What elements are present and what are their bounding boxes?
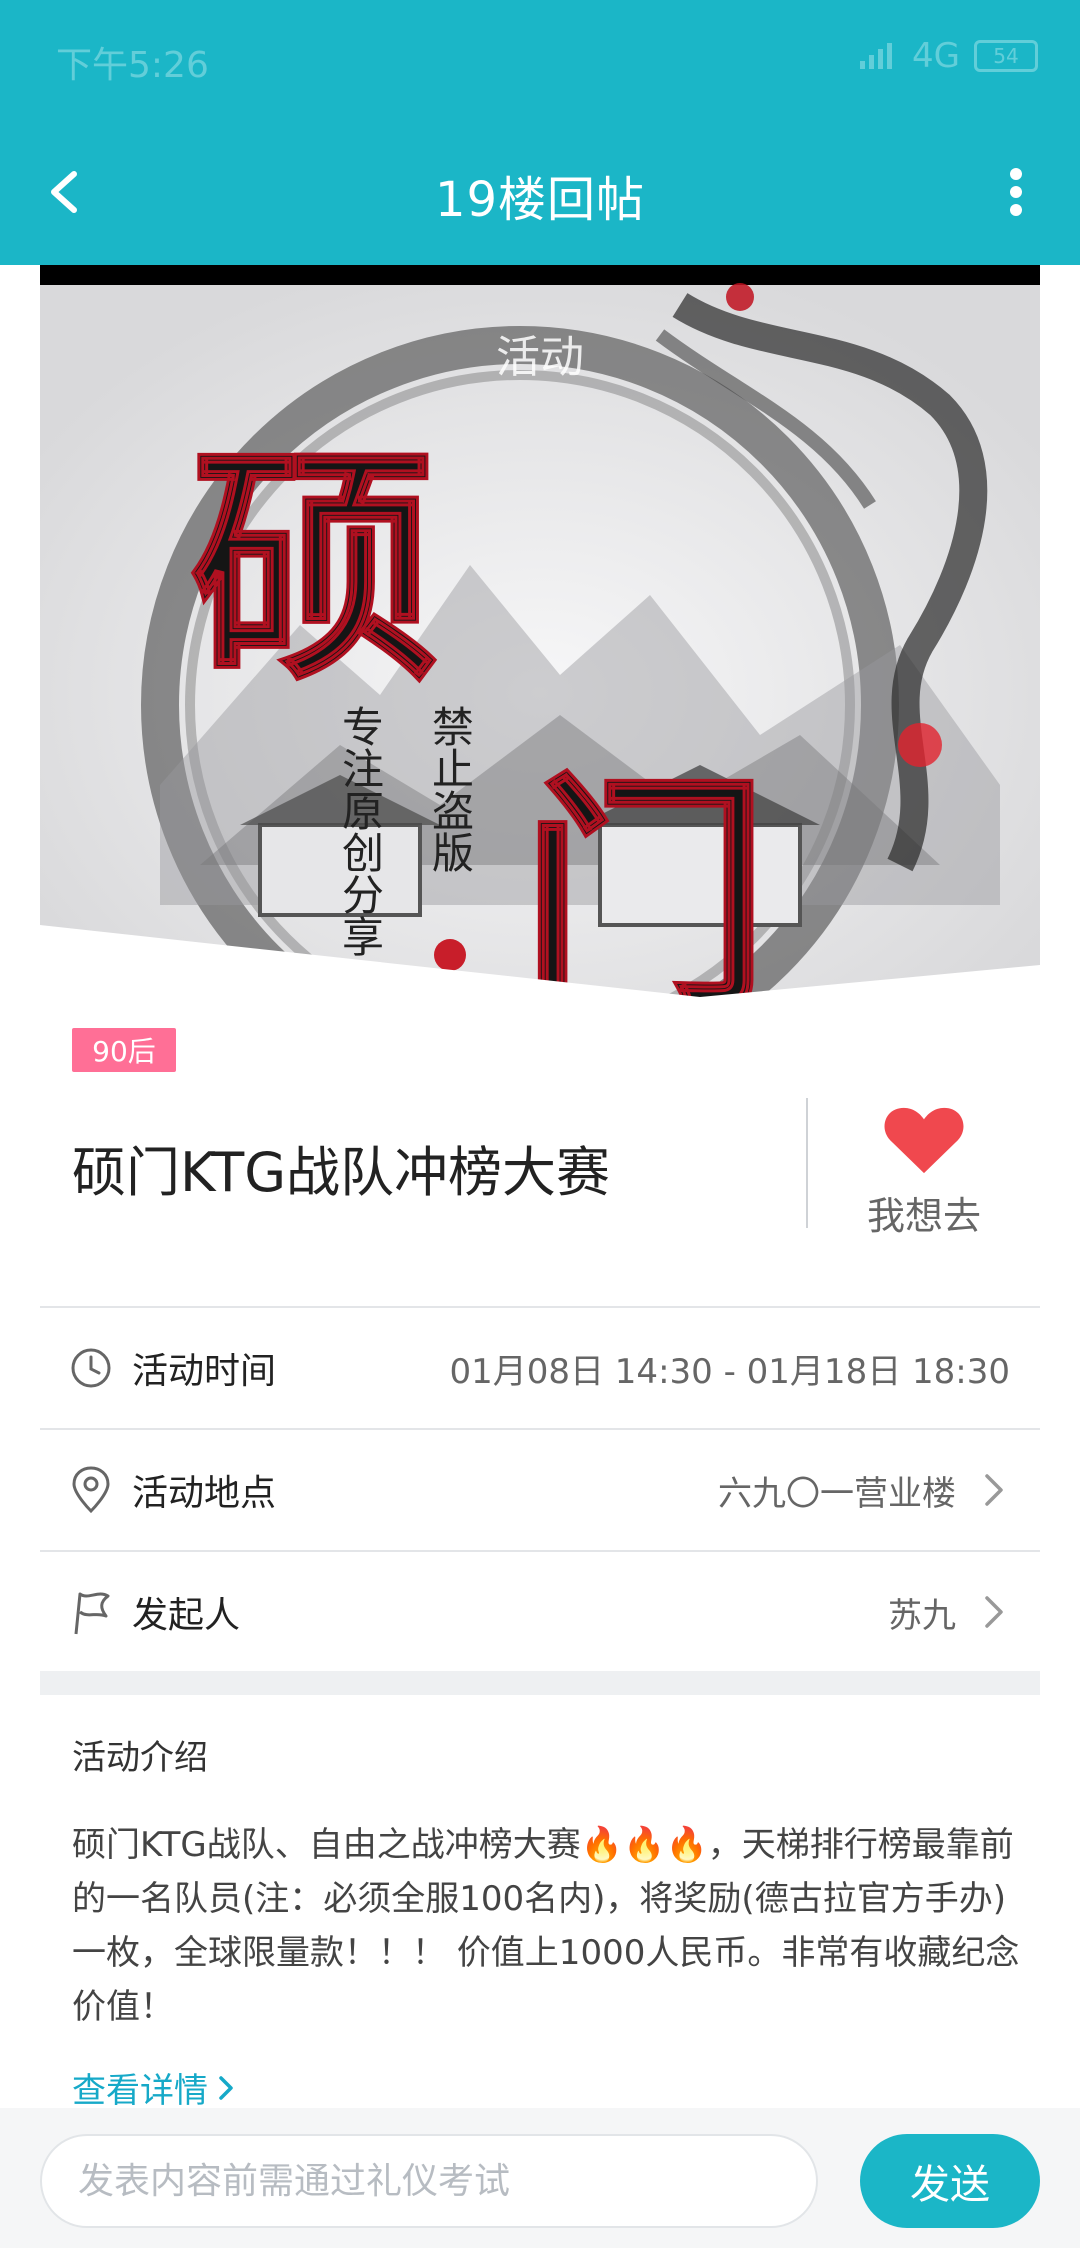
svg-text:专注原创分享: 专注原创分享 [336, 705, 385, 957]
event-title: 硕门KTG战队冲榜大赛 [72, 1141, 611, 1204]
event-location-label: 活动地点 [132, 1473, 277, 1514]
want-to-go-button[interactable]: 我想去 [846, 1104, 1002, 1240]
want-to-go-label: 我想去 [866, 1194, 981, 1238]
event-organizer-row[interactable]: 发起人 苏九 [40, 1552, 1040, 1672]
svg-text:硕: 硕 [190, 420, 440, 714]
intro-title: 活动介绍 [72, 1738, 208, 1778]
more-options-button[interactable] [986, 154, 1046, 230]
comment-composer: 发送 [0, 2108, 1080, 2248]
event-time-row: 活动时间 01月08日 14:30 - 01月18日 18:30 [40, 1308, 1040, 1428]
network-type: 4G [912, 36, 960, 76]
comment-input-wrapper[interactable] [40, 2134, 818, 2228]
status-bar: 下午5:26 4G 54 [0, 0, 1080, 120]
event-time-value: 01月08日 14:30 - 01月18日 18:30 [449, 1351, 1010, 1392]
clock-icon [71, 1348, 111, 1388]
event-location-value: 六九〇一营业楼 [718, 1473, 956, 1514]
signal-icon [860, 43, 893, 69]
intro-text: 硕门KTG战队、自由之战冲榜大赛🔥🔥🔥，天梯排行榜最靠前的一名队员(注：必须全服… [72, 1825, 1020, 2027]
view-details-link[interactable]: 查看详情 [72, 2063, 234, 2112]
event-location-row[interactable]: 活动地点 六九〇一营业楼 [40, 1430, 1040, 1550]
view-details-label: 查看详情 [72, 2071, 208, 2111]
comment-input[interactable] [78, 2160, 780, 2202]
heart-icon [884, 1107, 964, 1174]
top-app-bar: 19楼回帖 [0, 120, 1080, 265]
page-title: 19楼回帖 [434, 172, 646, 228]
send-button[interactable]: 发送 [860, 2134, 1040, 2228]
chevron-right-icon [985, 1596, 1003, 1628]
event-time-label: 活动时间 [132, 1351, 277, 1392]
status-time: 下午5:26 [56, 45, 209, 86]
age-tag-badge: 90后 [72, 1028, 176, 1072]
more-vertical-icon [1010, 168, 1022, 216]
status-icons: 4G 54 [858, 36, 1038, 76]
title-divider [806, 1098, 808, 1228]
event-organizer-label: 发起人 [132, 1595, 241, 1636]
svg-text:禁止盗版: 禁止盗版 [426, 705, 475, 873]
section-gap [40, 1671, 1040, 1695]
location-pin-icon [72, 1466, 110, 1514]
chevron-right-icon [985, 1474, 1003, 1506]
cover-overlay-label: 活动 [496, 332, 584, 383]
chevron-right-icon [219, 2075, 233, 2100]
flag-icon [74, 1592, 110, 1635]
event-organizer-value: 苏九 [888, 1595, 956, 1636]
battery-icon: 54 [974, 40, 1038, 72]
battery-level: 54 [993, 44, 1019, 68]
event-cover-image: 硕 门 专注原创分享 禁止盗版 活动 [40, 265, 1040, 1027]
